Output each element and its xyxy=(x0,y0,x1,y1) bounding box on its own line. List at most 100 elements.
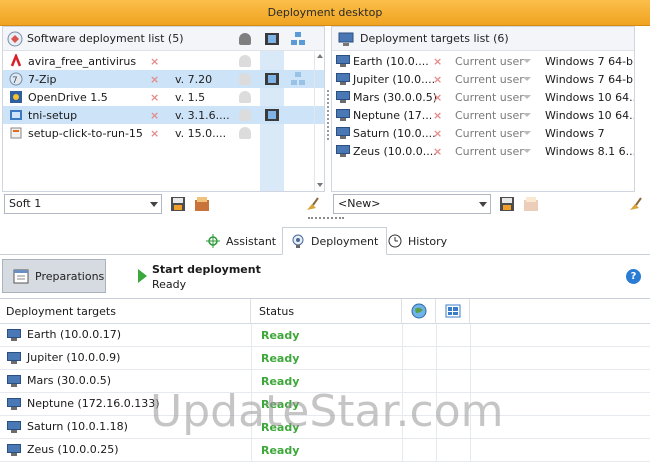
target-item-user[interactable]: Current user xyxy=(455,73,524,86)
chevron-down-icon[interactable] xyxy=(523,149,531,153)
target-item[interactable]: Zeus (10.0.0.... × Current user Windows … xyxy=(332,142,634,160)
target-item-name: Earth (10.0.... xyxy=(353,54,429,68)
target-item-name: Neptune (17... xyxy=(353,108,433,122)
remove-icon[interactable]: × xyxy=(433,127,442,140)
target-item[interactable]: Saturn (10.0.... × Current user Windows … xyxy=(332,124,634,142)
chevron-down-icon[interactable] xyxy=(523,131,531,135)
targets-set-select[interactable]: <New> xyxy=(333,194,491,214)
start-deployment-button[interactable]: Start deployment Ready xyxy=(136,260,276,292)
computer-icon xyxy=(338,31,354,47)
chevron-down-icon[interactable] xyxy=(523,95,531,99)
target-item[interactable]: Earth (10.0.... × Current user Windows 7… xyxy=(332,52,634,70)
deployment-grid: Deployment targets Status Earth (10.0.0.… xyxy=(0,298,650,463)
deploy-column-icon[interactable] xyxy=(264,31,280,47)
target-item[interactable]: Jupiter (10.0.... × Current user Windows… xyxy=(332,70,634,88)
user-status-icon xyxy=(239,55,251,67)
software-item-name: 7-Zip xyxy=(28,72,57,86)
clear-targets-button[interactable] xyxy=(627,196,643,212)
software-set-select[interactable]: Soft 1 xyxy=(4,194,162,214)
software-item[interactable]: OpenDrive 1.5 × v. 1.5 xyxy=(3,88,324,106)
remove-icon[interactable]: × xyxy=(150,55,159,68)
target-item-user[interactable]: Current user xyxy=(455,127,524,140)
tab-assistant[interactable]: Assistant xyxy=(198,227,284,255)
avira-icon xyxy=(9,52,23,68)
chevron-down-icon[interactable] xyxy=(523,113,531,117)
network-column-icon[interactable] xyxy=(290,31,306,47)
remove-icon[interactable]: × xyxy=(150,127,159,140)
software-panel-title: Software deployment list (5) xyxy=(27,32,184,45)
deploy-icon[interactable] xyxy=(264,71,280,87)
software-item-name: setup-click-to-run-15 xyxy=(28,126,143,140)
remove-icon[interactable]: × xyxy=(150,91,159,104)
column-header-windows[interactable] xyxy=(436,299,470,324)
target-item-user[interactable]: Current user xyxy=(455,109,524,122)
target-item-user[interactable]: Current user xyxy=(455,145,524,158)
load-targets-button[interactable] xyxy=(523,196,539,212)
table-row[interactable]: Mars (30.0.0.5) Ready xyxy=(0,370,650,393)
software-scrollbar[interactable] xyxy=(314,52,324,191)
target-item[interactable]: Neptune (17... × Current user Windows 10… xyxy=(332,106,634,124)
column-divider xyxy=(436,393,437,416)
row-status: Ready xyxy=(261,398,300,411)
user-status-icon xyxy=(239,127,251,139)
globe-icon xyxy=(411,303,427,319)
table-row[interactable]: Neptune (172.16.0.133) Ready xyxy=(0,393,650,416)
row-status: Ready xyxy=(261,421,300,434)
office-icon xyxy=(9,126,23,140)
remove-icon[interactable]: × xyxy=(150,73,159,86)
software-item[interactable]: avira_free_antivirus × xyxy=(3,52,324,70)
clear-list-button[interactable] xyxy=(304,196,320,212)
scroll-up-icon[interactable] xyxy=(317,54,323,58)
remove-icon[interactable]: × xyxy=(433,91,442,104)
computer-icon xyxy=(336,55,350,67)
column-divider xyxy=(436,416,437,439)
row-status: Ready xyxy=(261,375,300,388)
target-item[interactable]: Mars (30.0.0.5) × Current user Windows 1… xyxy=(332,88,634,106)
software-set-value: Soft 1 xyxy=(9,197,42,210)
start-deployment-status: Ready xyxy=(152,278,187,291)
panel-divider[interactable] xyxy=(327,90,329,140)
remove-icon[interactable]: × xyxy=(150,109,159,122)
deploy-icon[interactable] xyxy=(264,107,280,123)
remove-icon[interactable]: × xyxy=(433,73,442,86)
computer-icon xyxy=(7,421,21,433)
column-divider xyxy=(251,370,252,393)
horizontal-splitter[interactable] xyxy=(308,217,344,221)
remove-icon[interactable]: × xyxy=(433,55,442,68)
load-set-button[interactable] xyxy=(194,196,210,212)
target-item-user[interactable]: Current user xyxy=(455,91,524,104)
software-item[interactable]: 7 7-Zip × v. 7.20 xyxy=(3,70,324,88)
targets-panel-title: Deployment targets list (6) xyxy=(360,32,509,45)
table-row[interactable]: Saturn (10.0.1.18) Ready xyxy=(0,416,650,439)
row-target: Earth (10.0.0.17) xyxy=(27,328,122,341)
computer-icon xyxy=(336,109,350,121)
column-divider xyxy=(402,370,403,393)
help-button[interactable]: ? xyxy=(626,269,641,284)
preparations-button[interactable]: Preparations xyxy=(2,259,106,293)
software-item[interactable]: setup-click-to-run-15 × v. 15.0.... xyxy=(3,124,324,142)
column-header-status[interactable]: Status xyxy=(251,299,402,324)
column-divider xyxy=(251,324,252,347)
column-header-targets[interactable]: Deployment targets xyxy=(0,299,251,324)
column-header-globe[interactable] xyxy=(402,299,436,324)
table-row[interactable]: Zeus (10.0.0.25) Ready xyxy=(0,439,650,462)
remove-icon[interactable]: × xyxy=(433,109,442,122)
target-item-user[interactable]: Current user xyxy=(455,55,524,68)
tni-icon xyxy=(9,108,23,122)
save-set-button[interactable] xyxy=(170,196,186,212)
scroll-down-icon[interactable] xyxy=(317,183,323,187)
save-targets-button[interactable] xyxy=(499,196,515,212)
tab-deployment[interactable]: Deployment xyxy=(282,227,388,255)
remove-icon[interactable]: × xyxy=(433,145,442,158)
user-column-icon[interactable] xyxy=(239,33,251,45)
tab-history[interactable]: History xyxy=(380,227,455,255)
target-item-name: Saturn (10.0.... xyxy=(353,126,436,140)
table-row[interactable]: Jupiter (10.0.0.9) Ready xyxy=(0,347,650,370)
software-item[interactable]: tni-setup × v. 3.1.6.... xyxy=(3,106,324,124)
network-icon xyxy=(290,71,306,87)
tab-label: Assistant xyxy=(226,234,277,248)
chevron-down-icon[interactable] xyxy=(523,77,531,81)
chevron-down-icon[interactable] xyxy=(523,59,531,63)
software-list: avira_free_antivirus × 7 7-Zip × v. 7.20 xyxy=(3,52,324,142)
table-row[interactable]: Earth (10.0.0.17) Ready xyxy=(0,324,650,347)
